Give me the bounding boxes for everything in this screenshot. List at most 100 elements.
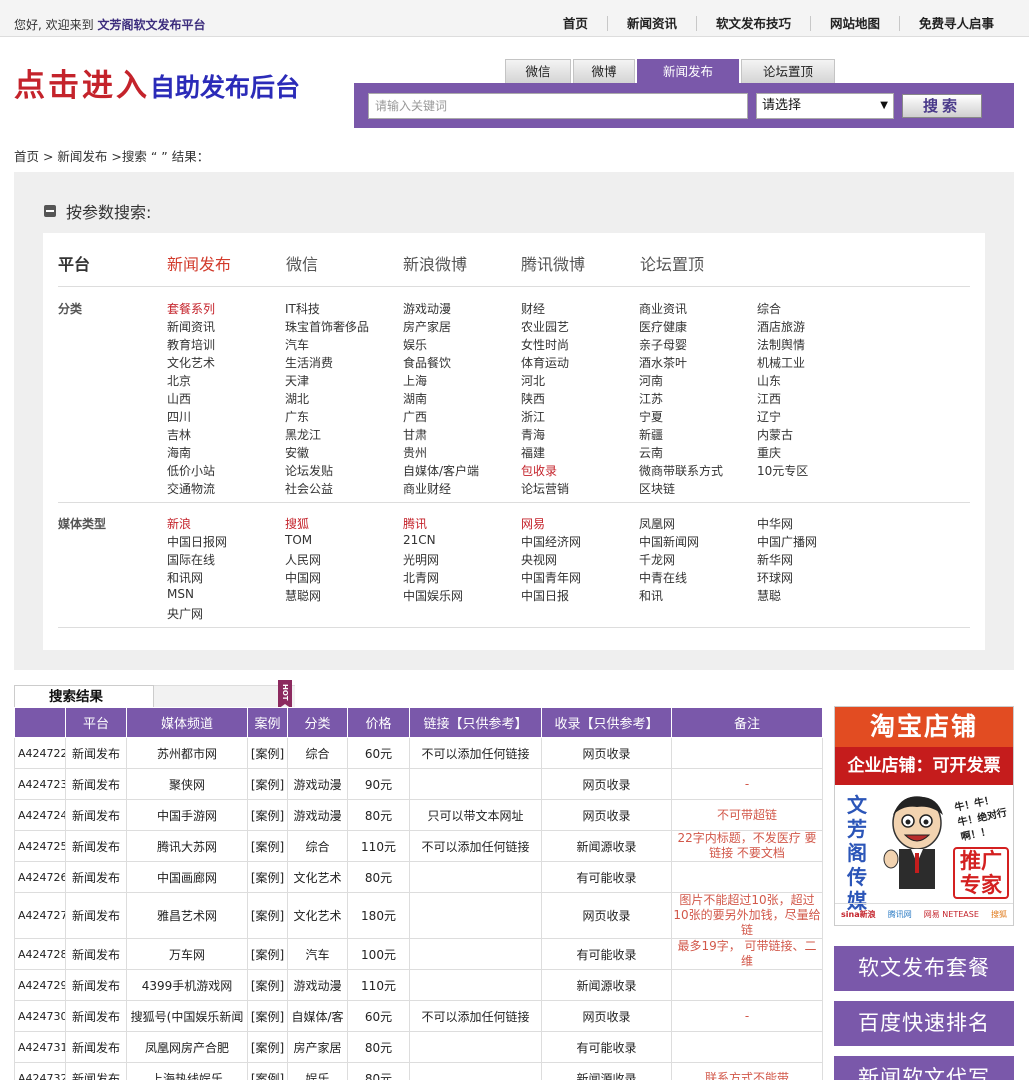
media-option[interactable]: 网易 (521, 515, 545, 532)
ghostwrite-button[interactable]: 新闻软文代写 (834, 1056, 1014, 1080)
media-option[interactable]: 凤凰网 (639, 515, 675, 532)
cell-case[interactable]: [案例] (247, 969, 288, 1001)
tab-news[interactable]: 新闻发布 (637, 59, 739, 83)
category-option[interactable]: 商业资讯 (639, 300, 687, 317)
category-option[interactable]: 北京 (167, 372, 191, 389)
media-option[interactable]: 央广网 (167, 605, 203, 622)
package-button[interactable]: 软文发布套餐 (834, 946, 1014, 991)
category-option[interactable]: 生活消费 (285, 354, 333, 371)
cell-case[interactable]: [案例] (247, 768, 288, 800)
media-option[interactable]: 中国网 (285, 569, 321, 586)
category-option[interactable]: 贵州 (403, 444, 427, 461)
category-option[interactable]: 套餐系列 (167, 300, 215, 317)
cell-media[interactable]: 4399手机游戏网 (126, 969, 248, 1001)
media-option[interactable]: 搜狐 (285, 515, 309, 532)
cell-media[interactable]: 万车网 (126, 938, 248, 970)
category-option[interactable]: 吉林 (167, 426, 191, 443)
cell-case[interactable]: [案例] (247, 892, 288, 939)
category-option[interactable]: 广西 (403, 408, 427, 425)
platform-news[interactable]: 新闻发布 (167, 251, 231, 275)
cell-case[interactable]: [案例] (247, 1062, 288, 1080)
category-option[interactable]: 内蒙古 (757, 426, 793, 443)
media-option[interactable]: 中华网 (757, 515, 793, 532)
category-option[interactable]: 女性时尚 (521, 336, 569, 353)
tab-forum[interactable]: 论坛置顶 (741, 59, 835, 83)
cell-media[interactable]: 苏州都市网 (126, 737, 248, 769)
nav-home[interactable]: 首页 (544, 16, 607, 31)
category-option[interactable]: 商业财经 (403, 480, 451, 497)
nav-news[interactable]: 新闻资讯 (606, 16, 696, 31)
category-option[interactable]: 云南 (639, 444, 663, 461)
category-option[interactable]: 甘肃 (403, 426, 427, 443)
category-option[interactable]: 社会公益 (285, 480, 333, 497)
media-option[interactable]: 慧聪 (757, 587, 781, 604)
category-option[interactable]: 机械工业 (757, 354, 805, 371)
category-option[interactable]: 重庆 (757, 444, 781, 461)
platform-tencent-weibo[interactable]: 腾讯微博 (521, 251, 585, 275)
category-option[interactable]: 论坛营销 (521, 480, 569, 497)
category-option[interactable]: 财经 (521, 300, 545, 317)
platform-sina-weibo[interactable]: 新浪微博 (403, 251, 467, 275)
category-option[interactable]: 四川 (167, 408, 191, 425)
nav-sitemap[interactable]: 网站地图 (809, 16, 899, 31)
category-option[interactable]: 酒水茶叶 (639, 354, 687, 371)
panel-heading[interactable]: 按参数搜索: (44, 199, 151, 223)
category-option[interactable]: 体育运动 (521, 354, 569, 371)
cell-case[interactable]: [案例] (247, 861, 288, 893)
category-option[interactable]: 广东 (285, 408, 309, 425)
admin-entry-logo[interactable]: 点击进入自助发布后台 (14, 60, 300, 105)
category-option[interactable]: 上海 (403, 372, 427, 389)
category-option[interactable]: 亲子母婴 (639, 336, 687, 353)
category-option[interactable]: 法制舆情 (757, 336, 805, 353)
category-option[interactable]: 河北 (521, 372, 545, 389)
media-option[interactable]: 光明网 (403, 551, 439, 568)
category-option[interactable]: 10元专区 (757, 462, 808, 479)
media-option[interactable]: 21CN (403, 533, 436, 547)
cell-media[interactable]: 雅昌艺术网 (126, 892, 248, 939)
media-option[interactable]: 腾讯 (403, 515, 427, 532)
media-option[interactable]: 人民网 (285, 551, 321, 568)
tab-weibo[interactable]: 微博 (573, 59, 635, 83)
media-option[interactable]: 中国经济网 (521, 533, 581, 550)
media-option[interactable]: 中国娱乐网 (403, 587, 463, 604)
media-option[interactable]: 慧聪网 (285, 587, 321, 604)
category-option[interactable]: 文化艺术 (167, 354, 215, 371)
category-select[interactable]: 请选择 ▼ (756, 93, 894, 119)
category-option[interactable]: 新疆 (639, 426, 663, 443)
category-option[interactable]: 娱乐 (403, 336, 427, 353)
category-option[interactable]: 黑龙江 (285, 426, 321, 443)
search-button[interactable]: 搜索 (902, 94, 982, 118)
category-option[interactable]: 珠宝首饰奢侈品 (285, 318, 369, 335)
media-option[interactable]: 北青网 (403, 569, 439, 586)
category-option[interactable]: 交通物流 (167, 480, 215, 497)
media-option[interactable]: 千龙网 (639, 551, 675, 568)
cell-case[interactable]: [案例] (247, 938, 288, 970)
media-option[interactable]: 和讯 (639, 587, 663, 604)
category-option[interactable]: 湖南 (403, 390, 427, 407)
results-tab[interactable]: 搜索结果 (14, 685, 154, 707)
media-option[interactable]: 中国广播网 (757, 533, 817, 550)
taobao-ad[interactable]: 淘宝店铺 企业店铺：可开发票 文芳阁传媒 牛！牛！牛！绝对行啊！！ 推广专家 s… (834, 706, 1014, 926)
category-option[interactable]: 教育培训 (167, 336, 215, 353)
category-option[interactable]: 农业园艺 (521, 318, 569, 335)
nav-tips[interactable]: 软文发布技巧 (695, 16, 810, 31)
media-option[interactable]: 新华网 (757, 551, 793, 568)
media-option[interactable]: 新浪 (167, 515, 191, 532)
platform-wechat[interactable]: 微信 (286, 251, 318, 275)
category-option[interactable]: 房产家居 (403, 318, 451, 335)
cell-case[interactable]: [案例] (247, 1031, 288, 1063)
media-option[interactable]: 中国日报网 (167, 533, 227, 550)
media-option[interactable]: 中国青年网 (521, 569, 581, 586)
cell-media[interactable]: 聚侠网 (126, 768, 248, 800)
category-option[interactable]: 福建 (521, 444, 545, 461)
category-option[interactable]: 河南 (639, 372, 663, 389)
category-option[interactable]: 论坛发贴 (285, 462, 333, 479)
cell-media[interactable]: 腾讯大苏网 (126, 830, 248, 862)
baidu-rank-button[interactable]: 百度快速排名 (834, 1001, 1014, 1046)
category-option[interactable]: 区块链 (639, 480, 675, 497)
cell-case[interactable]: [案例] (247, 830, 288, 862)
media-option[interactable]: 中青在线 (639, 569, 687, 586)
category-option[interactable]: 食品餐饮 (403, 354, 451, 371)
category-option[interactable]: 包收录 (521, 462, 557, 479)
category-option[interactable]: 酒店旅游 (757, 318, 805, 335)
